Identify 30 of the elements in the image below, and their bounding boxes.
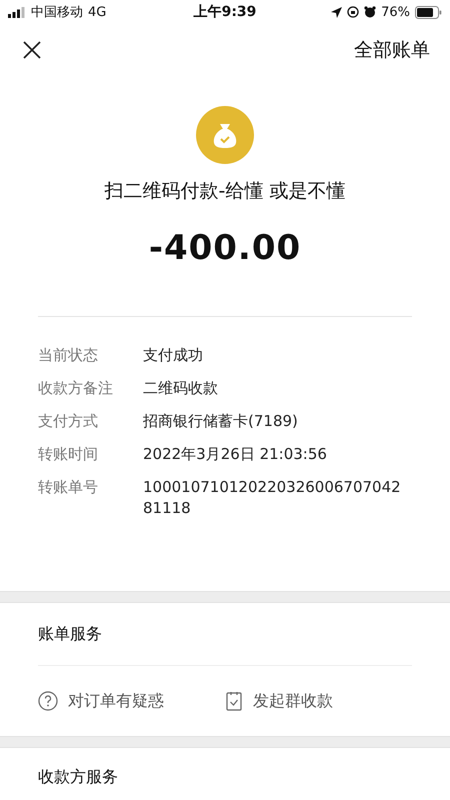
money-bag-icon (196, 106, 254, 164)
payment-amount: -400.00 (148, 228, 302, 268)
location-icon (331, 6, 342, 18)
detail-label: 当前状态 (38, 345, 99, 366)
service-link[interactable]: 发起群收款 (253, 690, 333, 712)
detail-value: 2022年3月26日 21:03:56 (143, 444, 328, 465)
battery-percent: 76% (381, 4, 410, 20)
checklist-icon (225, 691, 243, 711)
detail-label: 收款方备注 (38, 378, 114, 399)
carrier-name: 中国移动 (31, 4, 83, 21)
detail-label: 支付方式 (38, 411, 99, 432)
section-title: 账单服务 (38, 624, 102, 644)
alarm-icon (364, 6, 376, 18)
close-icon[interactable] (22, 40, 42, 60)
detail-value: 招商银行储蓄卡(7189) (143, 411, 299, 432)
detail-label: 转账时间 (38, 444, 99, 465)
network-type: 4G (88, 4, 106, 20)
battery-icon (415, 6, 442, 18)
question-icon (38, 691, 58, 711)
clock-time: 上午9:39 (194, 3, 256, 21)
all-bills-link[interactable]: 全部账单 (354, 37, 430, 63)
detail-value: 二维码收款 (143, 378, 219, 399)
lock-rotation-icon (347, 6, 360, 18)
detail-value: 100010710120220326006707042 81118 (143, 477, 402, 519)
payment-title: 扫二维码付款-给懂 或是不懂 (104, 179, 346, 204)
detail-label: 转账单号 (38, 477, 99, 498)
signal-icon (8, 6, 26, 18)
section-title: 收款方服务 (38, 766, 118, 788)
service-link[interactable]: 对订单有疑惑 (68, 690, 164, 712)
detail-value: 支付成功 (143, 345, 204, 366)
